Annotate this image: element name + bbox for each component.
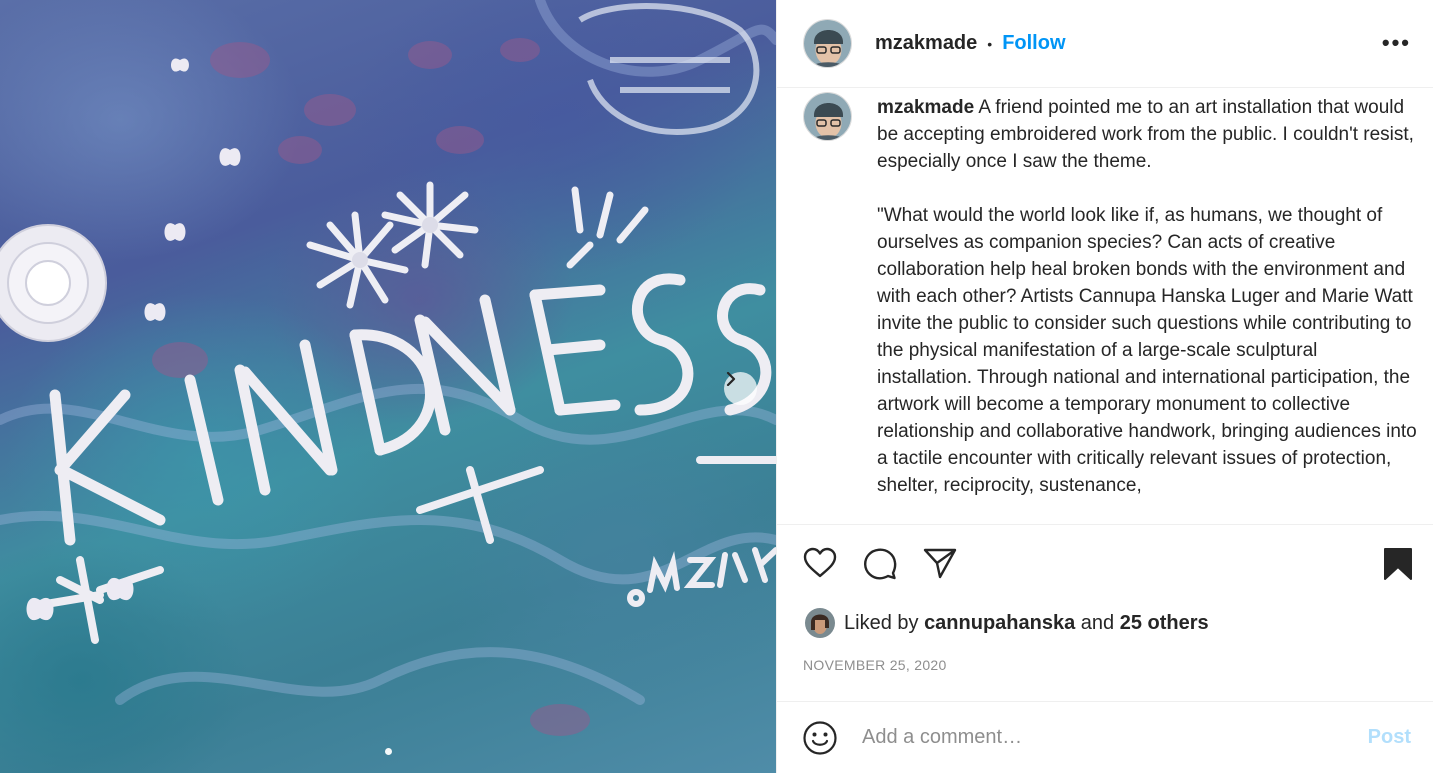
next-image-button[interactable] <box>724 372 757 405</box>
caption-scroll-area[interactable]: mzakmade A friend pointed me to an art i… <box>777 88 1433 524</box>
profile-photo-icon <box>804 20 851 67</box>
heart-icon[interactable] <box>803 547 837 579</box>
profile-photo-icon <box>805 608 835 638</box>
post-image[interactable] <box>0 0 776 773</box>
separator-dot: • <box>987 35 993 52</box>
caption-paragraph: mzakmade A friend pointed me to an art i… <box>877 94 1417 175</box>
caption-paragraph: "What would the world look like if, as h… <box>877 205 1417 496</box>
post-actions-bar <box>777 524 1433 608</box>
liker-avatar[interactable] <box>805 608 835 638</box>
likes-and-label: and <box>1080 611 1115 634</box>
bookmark-icon[interactable] <box>1383 547 1413 581</box>
chevron-right-icon <box>726 372 736 386</box>
more-options-icon[interactable]: ••• <box>1382 30 1411 56</box>
liker-username-link[interactable]: cannupahanska <box>924 612 1075 635</box>
liked-by-label: Liked by <box>844 611 919 634</box>
carousel-indicator <box>0 748 776 755</box>
post-caption: mzakmade A friend pointed me to an art i… <box>877 94 1417 499</box>
caption-avatar[interactable] <box>803 92 852 141</box>
post-details-panel: mzakmade • Follow ••• mzakmade A friend … <box>776 0 1433 773</box>
emoji-icon[interactable] <box>803 720 837 755</box>
post-date[interactable]: NOVEMBER 25, 2020 <box>803 657 947 673</box>
follow-button[interactable]: Follow <box>1002 32 1065 55</box>
avatar[interactable] <box>803 19 852 68</box>
share-icon[interactable] <box>923 547 957 579</box>
caption-username-link[interactable]: mzakmade <box>877 97 974 118</box>
comment-bar: Post <box>777 701 1433 773</box>
post-header: mzakmade • Follow ••• <box>777 0 1433 88</box>
carousel-dot-active <box>384 748 392 755</box>
likes-others-link[interactable]: 25 others <box>1120 612 1209 635</box>
post-comment-button[interactable]: Post <box>1368 726 1411 749</box>
username-link[interactable]: mzakmade <box>875 32 977 55</box>
profile-photo-icon <box>804 93 851 140</box>
comment-icon[interactable] <box>863 547 897 581</box>
comment-input[interactable] <box>862 726 1368 749</box>
embroidery-artwork <box>0 0 776 736</box>
likes-summary: Liked by cannupahanska and 25 others <box>805 608 1209 638</box>
